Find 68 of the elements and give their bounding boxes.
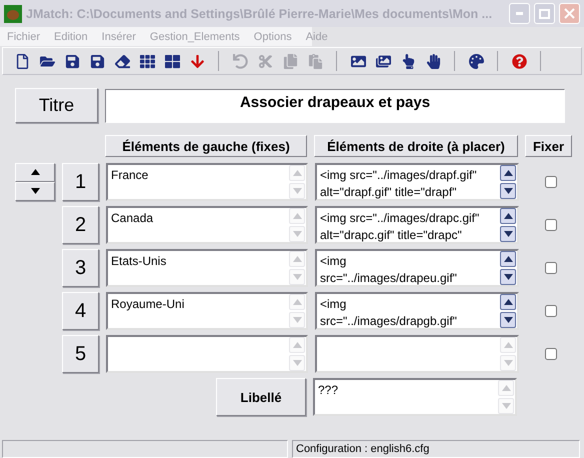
fix-checkbox[interactable]	[545, 305, 557, 317]
scroll-up-button[interactable]	[500, 208, 516, 224]
up-triangle-icon	[502, 385, 510, 391]
hand-button[interactable]	[424, 52, 442, 70]
down-triangle-icon	[292, 274, 302, 280]
up-triangle-icon	[30, 169, 40, 175]
row-number-button[interactable]: 3	[62, 249, 99, 287]
minimize-icon	[516, 12, 523, 15]
up-triangle-icon	[504, 342, 512, 348]
down-triangle-icon	[502, 403, 510, 409]
down-triangle-icon	[504, 360, 512, 366]
column-header: Éléments de gauche (fixes)	[105, 135, 307, 157]
column-header: Fixer	[525, 135, 572, 157]
eraser-button[interactable]	[113, 52, 131, 70]
grid-button[interactable]	[163, 52, 181, 70]
down-triangle-icon	[504, 317, 512, 323]
up-triangle-icon	[292, 299, 302, 305]
up-triangle-icon	[504, 256, 512, 262]
down-triangle-icon	[292, 317, 302, 323]
move-down-button[interactable]	[15, 182, 55, 201]
up-triangle-icon	[292, 256, 302, 262]
status-pane: Configuration : english6.cfg	[292, 440, 580, 458]
save-button[interactable]	[63, 52, 81, 70]
app-icon	[4, 4, 22, 22]
down-triangle-icon	[504, 188, 512, 194]
title-field[interactable]: Associer drapeaux et pays	[105, 88, 565, 122]
scroll-up-button[interactable]	[500, 294, 516, 310]
up-triangle-icon	[292, 342, 302, 348]
fix-checkbox[interactable]	[545, 348, 557, 360]
down-triangle-icon	[292, 188, 302, 194]
scroll-up-button[interactable]	[500, 251, 516, 267]
scroll-down-button[interactable]	[500, 183, 516, 199]
fix-checkbox[interactable]	[545, 262, 557, 274]
scroll-up-button[interactable]	[500, 165, 516, 181]
close-icon	[564, 8, 575, 19]
label-button[interactable]: Libellé	[216, 378, 306, 416]
up-triangle-icon	[292, 170, 302, 176]
column-header: Éléments de droite (à placer)	[314, 135, 518, 157]
save-as-button[interactable]	[88, 52, 106, 70]
right-item-field[interactable]: <img src="../images/drapf.gif" alt="drapf.gif" title="drapf"	[315, 163, 519, 201]
down-triangle-icon	[292, 360, 302, 366]
fix-checkbox[interactable]	[545, 219, 557, 231]
down-triangle-icon	[292, 231, 302, 237]
move-up-button[interactable]	[15, 163, 55, 182]
help-button[interactable]	[510, 52, 528, 70]
scroll-down-button[interactable]	[500, 269, 516, 285]
scroll-down-button[interactable]	[500, 312, 516, 328]
title-button[interactable]: Titre	[15, 88, 98, 123]
fix-checkbox[interactable]	[545, 176, 557, 188]
down-triangle-icon	[504, 274, 512, 280]
down-triangle-icon	[504, 231, 512, 237]
row-number-button[interactable]: 2	[62, 206, 99, 244]
palette-button[interactable]	[467, 52, 485, 70]
grid-button[interactable]	[138, 52, 156, 70]
up-triangle-icon	[504, 213, 512, 219]
down-arrow-button[interactable]	[188, 52, 206, 70]
row-number-button[interactable]: 5	[62, 335, 99, 373]
up-triangle-icon	[504, 299, 512, 305]
down-triangle-icon	[30, 188, 40, 194]
row-number-button[interactable]: 1	[62, 163, 99, 201]
maximize-icon	[539, 8, 550, 18]
right-item-field[interactable]: <img src="../images/drapgb.gif"	[315, 292, 519, 330]
scroll-down-button[interactable]	[500, 226, 516, 242]
right-item-field[interactable]: <img src="../images/drapc.gif" alt="drapc.gif" title="drapc"	[315, 206, 519, 244]
row-number-button[interactable]: 4	[62, 292, 99, 330]
up-triangle-icon	[292, 213, 302, 219]
up-triangle-icon	[504, 170, 512, 176]
right-item-field[interactable]: <img src="../images/drapeu.gif"	[315, 249, 519, 287]
